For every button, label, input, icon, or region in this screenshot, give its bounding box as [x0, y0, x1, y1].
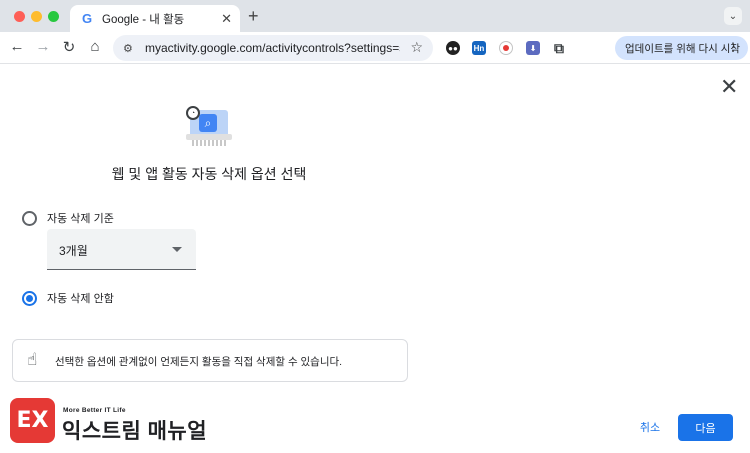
extension-mask-icon[interactable]: ●●	[446, 41, 460, 55]
option-label: 자동 삭제 기준	[47, 213, 114, 225]
home-icon[interactable]: ⌂	[86, 38, 104, 55]
brand-tagline: More Better IT Life	[63, 407, 126, 414]
extension-record-icon[interactable]	[499, 41, 513, 55]
extensions-puzzle-icon[interactable]: ⧉	[552, 40, 566, 56]
browser-menu-icon[interactable]: ⋮	[727, 40, 739, 54]
back-icon[interactable]: ←	[8, 38, 26, 55]
bookmark-star-icon[interactable]: ☆	[410, 39, 423, 56]
browser-tab[interactable]: G Google - 내 활동 ✕	[70, 5, 240, 32]
clock-icon: ◔	[186, 106, 200, 120]
window-maximize-button[interactable]	[48, 11, 59, 22]
window-minimize-button[interactable]	[31, 11, 42, 22]
shredder-strips	[192, 140, 226, 146]
dropdown-arrow-icon	[172, 247, 182, 252]
radio-auto-delete-after[interactable]	[22, 210, 37, 226]
url-text[interactable]: myactivity.google.com/activitycontrols?s…	[145, 41, 400, 55]
close-icon[interactable]: ✕	[720, 74, 738, 100]
window-close-button[interactable]	[14, 11, 25, 22]
google-favicon-icon: G	[81, 11, 93, 26]
option-label: 자동 삭제 안함	[47, 293, 114, 305]
brand-name: 익스트림 매뉴얼	[62, 420, 208, 443]
radio-dont-auto-delete[interactable]	[22, 290, 37, 306]
period-select[interactable]: 3개월	[47, 229, 196, 270]
hand-touch-icon: ☝	[27, 350, 38, 369]
tab-title: Google - 내 활동	[102, 13, 185, 26]
forward-icon[interactable]: →	[34, 38, 52, 55]
extension-download-icon[interactable]: ⬇	[526, 41, 540, 55]
tab-search-icon[interactable]: ⌄	[724, 7, 742, 25]
info-notice: ☝ 선택한 옵션에 관계없이 언제든지 활동을 직접 삭제할 수 있습니다.	[12, 339, 408, 382]
next-button[interactable]: 다음	[678, 414, 733, 441]
tab-close-icon[interactable]: ✕	[221, 11, 232, 27]
cancel-button[interactable]: 취소	[630, 414, 670, 440]
extension-hn-icon[interactable]: Hn	[472, 41, 486, 55]
address-bar[interactable]: ⚙ myactivity.google.com/activitycontrols…	[113, 35, 433, 61]
info-text: 선택한 옵션에 관계없이 언제든지 활동을 직접 삭제할 수 있습니다.	[55, 356, 343, 368]
reload-icon[interactable]: ↻	[60, 38, 78, 56]
new-tab-icon[interactable]: +	[248, 6, 259, 27]
update-restart-button[interactable]: 업데이트를 위해 다시 시작 ⋮	[615, 36, 748, 60]
period-select-value: 3개월	[59, 244, 88, 258]
option-dont-auto-delete[interactable]: 자동 삭제 안함	[22, 290, 114, 306]
browser-toolbar: ← → ↻ ⌂ ⚙ myactivity.google.com/activity…	[0, 32, 750, 64]
site-settings-icon[interactable]: ⚙	[123, 42, 139, 55]
dialog-title: 웹 및 앱 활동 자동 삭제 옵션 선택	[111, 166, 307, 182]
search-icon: ⌕	[199, 114, 217, 132]
update-button-label: 업데이트를 위해 다시 시작	[625, 42, 741, 55]
brand-logo: EX	[10, 398, 55, 443]
option-auto-delete-after[interactable]: 자동 삭제 기준	[22, 210, 114, 226]
auto-delete-illustration: ⌕ ◔	[186, 106, 232, 146]
browser-titlebar: G Google - 내 활동 ✕ + ⌄	[0, 0, 750, 32]
